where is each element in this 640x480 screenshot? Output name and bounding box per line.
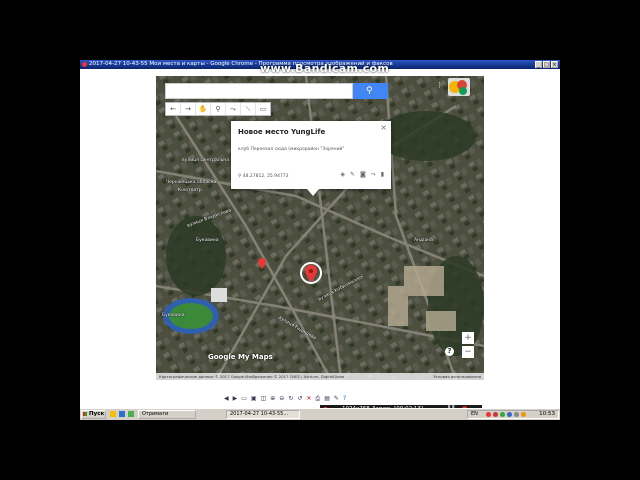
label-chernivetska-oblast: Чернівецька обласна	[166, 180, 217, 185]
tray-icon-5[interactable]	[514, 412, 519, 417]
close-button[interactable]: ×	[551, 61, 558, 68]
quicklaunch-ie-icon[interactable]	[119, 411, 125, 417]
zoom-out-button[interactable]: −	[462, 346, 474, 358]
place-title: Новое место YungLife	[238, 128, 326, 136]
quicklaunch-chrome-icon[interactable]	[128, 411, 134, 417]
rotate-ccw-icon[interactable]: ↺	[297, 394, 302, 403]
fit-icon[interactable]: ▭	[241, 394, 247, 403]
camera-icon[interactable]: ◙	[360, 171, 366, 179]
label-bukovyna: Буковина	[196, 238, 219, 243]
paint-bucket-icon[interactable]: ◈	[340, 171, 345, 179]
zoom-out-icon[interactable]: ⊖	[279, 394, 284, 403]
actual-size-icon[interactable]: ▣	[251, 394, 257, 403]
trash-icon[interactable]: ▮	[381, 171, 384, 179]
close-icon[interactable]: ×	[380, 123, 387, 132]
place-marker[interactable]	[258, 254, 266, 273]
help-button[interactable]: ?	[445, 347, 454, 356]
redo-button[interactable]: →	[181, 103, 196, 115]
undo-button[interactable]: ←	[166, 103, 181, 115]
tray-icon-3[interactable]	[500, 412, 505, 417]
screen: 2017-04-27 10-43-55 Мои места и карты - …	[80, 60, 560, 420]
place-actions: ◈ ✎ ◙ ⤳ ▮	[340, 171, 384, 179]
measure-button[interactable]: ▭	[256, 103, 270, 115]
terms-link[interactable]: Условия использования	[433, 373, 481, 380]
taskbar-item-otrymaty[interactable]: Отримати	[138, 410, 196, 419]
google-my-maps-logo: Google My Maps	[208, 353, 273, 361]
delete-icon[interactable]: ✕	[306, 394, 311, 403]
system-tray: EN 10:53	[467, 410, 559, 419]
route-icon[interactable]: ⤳	[371, 171, 376, 179]
language-indicator[interactable]: EN	[471, 411, 478, 418]
help-icon[interactable]: ?	[343, 394, 346, 403]
search-input[interactable]	[165, 83, 353, 99]
print-icon[interactable]: ⎙	[315, 394, 320, 403]
rotate-cw-icon[interactable]: ↻	[288, 394, 293, 403]
slideshow-icon[interactable]: ◫	[261, 394, 267, 403]
save-icon[interactable]: ▤	[324, 394, 330, 403]
directions-button[interactable]: ⟍	[241, 103, 256, 115]
tray-icon-2[interactable]	[493, 412, 498, 417]
draw-line-button[interactable]: ⤳	[226, 103, 241, 115]
edit-icon[interactable]: ✎	[350, 171, 355, 179]
more-menu-icon[interactable]: ⋮	[436, 82, 443, 89]
tray-icon-6[interactable]	[521, 412, 526, 417]
add-marker-button[interactable]: ⚲	[211, 103, 226, 115]
zoom-in-button[interactable]: +	[462, 332, 474, 344]
clock: 10:53	[539, 411, 555, 417]
windows-flag-icon	[83, 412, 87, 416]
label-kinotsentr: Кінотеатр	[178, 188, 202, 193]
taskbar-item-image-viewer[interactable]: 2017-04-27 10-43-55...	[226, 410, 300, 419]
location-pin-icon: ⚲	[238, 174, 242, 179]
basemap-thumbnail[interactable]	[448, 78, 470, 96]
map-viewport[interactable]: ⚲ ← → ✋ ⚲ ⤳ ⟍ ▭ ⋮ Новое место YungLife ×…	[156, 76, 484, 380]
viewer-toolbar: ◀ ▶ ▭ ▣ ◫ ⊕ ⊖ ↻ ↺ ✕ ⎙ ▤ ✎ ?	[224, 394, 410, 403]
place-info-window: Новое место YungLife × клуб Переехал сюд…	[231, 121, 391, 196]
map-attribution: Картографические данные © 2017 Google Из…	[156, 373, 484, 380]
tray-icon-1[interactable]	[486, 412, 491, 417]
label-bukovyna-stadium: Буковина	[162, 313, 185, 318]
place-coordinates: ⚲ 48.27812, 25.94773	[238, 174, 289, 179]
label-andiana: Андіана	[414, 238, 433, 243]
maximize-button[interactable]: □	[543, 61, 550, 68]
start-button[interactable]: Пуск	[81, 410, 106, 419]
label-vul-tsentralna: вулиця Центральна	[182, 158, 229, 163]
quicklaunch-folder-icon[interactable]	[110, 411, 116, 417]
back-icon[interactable]: ◀	[224, 394, 229, 403]
selected-marker[interactable]	[300, 262, 322, 290]
edit-icon[interactable]: ✎	[334, 394, 339, 403]
tray-icon-4[interactable]	[507, 412, 512, 417]
search-button[interactable]: ⚲	[353, 83, 388, 99]
bandicam-watermark: www.Bandicam.com	[260, 62, 390, 75]
zoom-in-icon[interactable]: ⊕	[270, 394, 275, 403]
attribution-text: Картографические данные © 2017 Google Из…	[159, 374, 345, 379]
place-description: клуб Переехал сюда (микрорайон "Зоряний"	[238, 147, 345, 152]
taskbar: Пуск Отримати 2017-04-27 10-43-55... EN …	[80, 408, 560, 420]
search-icon: ⚲	[366, 86, 373, 96]
app-icon	[82, 62, 87, 67]
map-toolbar: ← → ✋ ⚲ ⤳ ⟍ ▭	[165, 102, 271, 116]
pan-hand-icon[interactable]: ✋	[196, 103, 211, 115]
forward-icon[interactable]: ▶	[233, 394, 238, 403]
minimize-button[interactable]: _	[535, 61, 542, 68]
